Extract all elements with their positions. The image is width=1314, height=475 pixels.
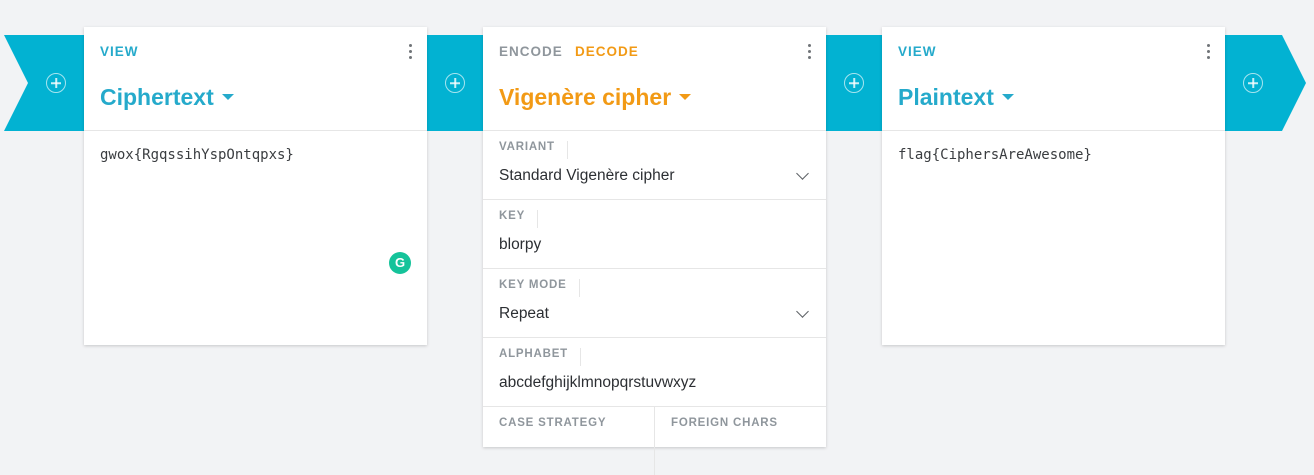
field-value: abcdefghijklmnopqrstuvwxyz: [499, 374, 697, 391]
connector-end: [1225, 35, 1306, 131]
case-strategy-select[interactable]: CASE STRATEGY: [483, 407, 654, 475]
card-title-text: Vigenère cipher: [499, 84, 672, 110]
decode-mode-tab[interactable]: DECODE: [575, 44, 639, 59]
add-operation-icon[interactable]: [1243, 73, 1263, 93]
caret-down-icon: [679, 93, 692, 100]
view-mode-tab[interactable]: VIEW: [898, 44, 937, 59]
field-label: KEY: [499, 210, 539, 228]
plaintext-card: VIEW Plaintext flag{CiphersAreAwesome}: [882, 27, 1225, 345]
field-label: FOREIGN CHARS: [671, 417, 778, 429]
field-label: CASE STRATEGY: [499, 417, 607, 429]
alphabet-input[interactable]: ALPHABET abcdefghijklmnopqrstuvwxyz: [483, 338, 826, 407]
variant-select[interactable]: VARIANT Standard Vigenère cipher: [483, 131, 826, 200]
chevron-down-icon[interactable]: [796, 305, 809, 318]
ciphertext-card: VIEW Ciphertext gwox{RgqssihYspOntqpxs} …: [84, 27, 427, 345]
caret-down-icon: [221, 93, 234, 100]
card-header: VIEW Ciphertext: [84, 27, 427, 131]
field-label: ALPHABET: [499, 348, 582, 366]
card-header: ENCODE DECODE Vigenère cipher: [483, 27, 826, 131]
field-value: blorpy: [499, 236, 542, 253]
connector-start: [4, 35, 85, 131]
card-title[interactable]: Plaintext: [898, 84, 1014, 111]
kebab-menu-icon[interactable]: [806, 44, 812, 60]
options-row: CASE STRATEGY FOREIGN CHARS: [483, 407, 826, 475]
chevron-down-icon[interactable]: [796, 167, 809, 180]
card-header: VIEW Plaintext: [882, 27, 1225, 131]
encode-mode-tab[interactable]: ENCODE: [499, 44, 563, 59]
field-value: Standard Vigenère cipher: [499, 167, 675, 184]
ciphertext-content[interactable]: gwox{RgqssihYspOntqpxs}: [100, 147, 294, 163]
add-operation-icon[interactable]: [844, 73, 864, 93]
caret-down-icon: [1001, 93, 1014, 100]
field-label: KEY MODE: [499, 279, 580, 297]
grammarly-icon[interactable]: G: [389, 252, 411, 274]
card-title[interactable]: Vigenère cipher: [499, 84, 692, 111]
key-input[interactable]: KEY blorpy: [483, 200, 826, 269]
vigenere-card: ENCODE DECODE Vigenère cipher VARIANT St…: [483, 27, 826, 475]
card-title-text: Plaintext: [898, 84, 994, 110]
key-mode-select[interactable]: KEY MODE Repeat: [483, 269, 826, 338]
card-title[interactable]: Ciphertext: [100, 84, 234, 111]
foreign-chars-select[interactable]: FOREIGN CHARS: [654, 407, 826, 475]
add-operation-icon[interactable]: [445, 73, 465, 93]
plaintext-content[interactable]: flag{CiphersAreAwesome}: [898, 147, 1092, 163]
card-title-text: Ciphertext: [100, 84, 214, 110]
kebab-menu-icon[interactable]: [1205, 44, 1211, 60]
view-mode-tab[interactable]: VIEW: [100, 44, 139, 59]
field-value: Repeat: [499, 305, 549, 322]
add-operation-icon[interactable]: [46, 73, 66, 93]
field-label: VARIANT: [499, 141, 568, 159]
kebab-menu-icon[interactable]: [407, 44, 413, 60]
